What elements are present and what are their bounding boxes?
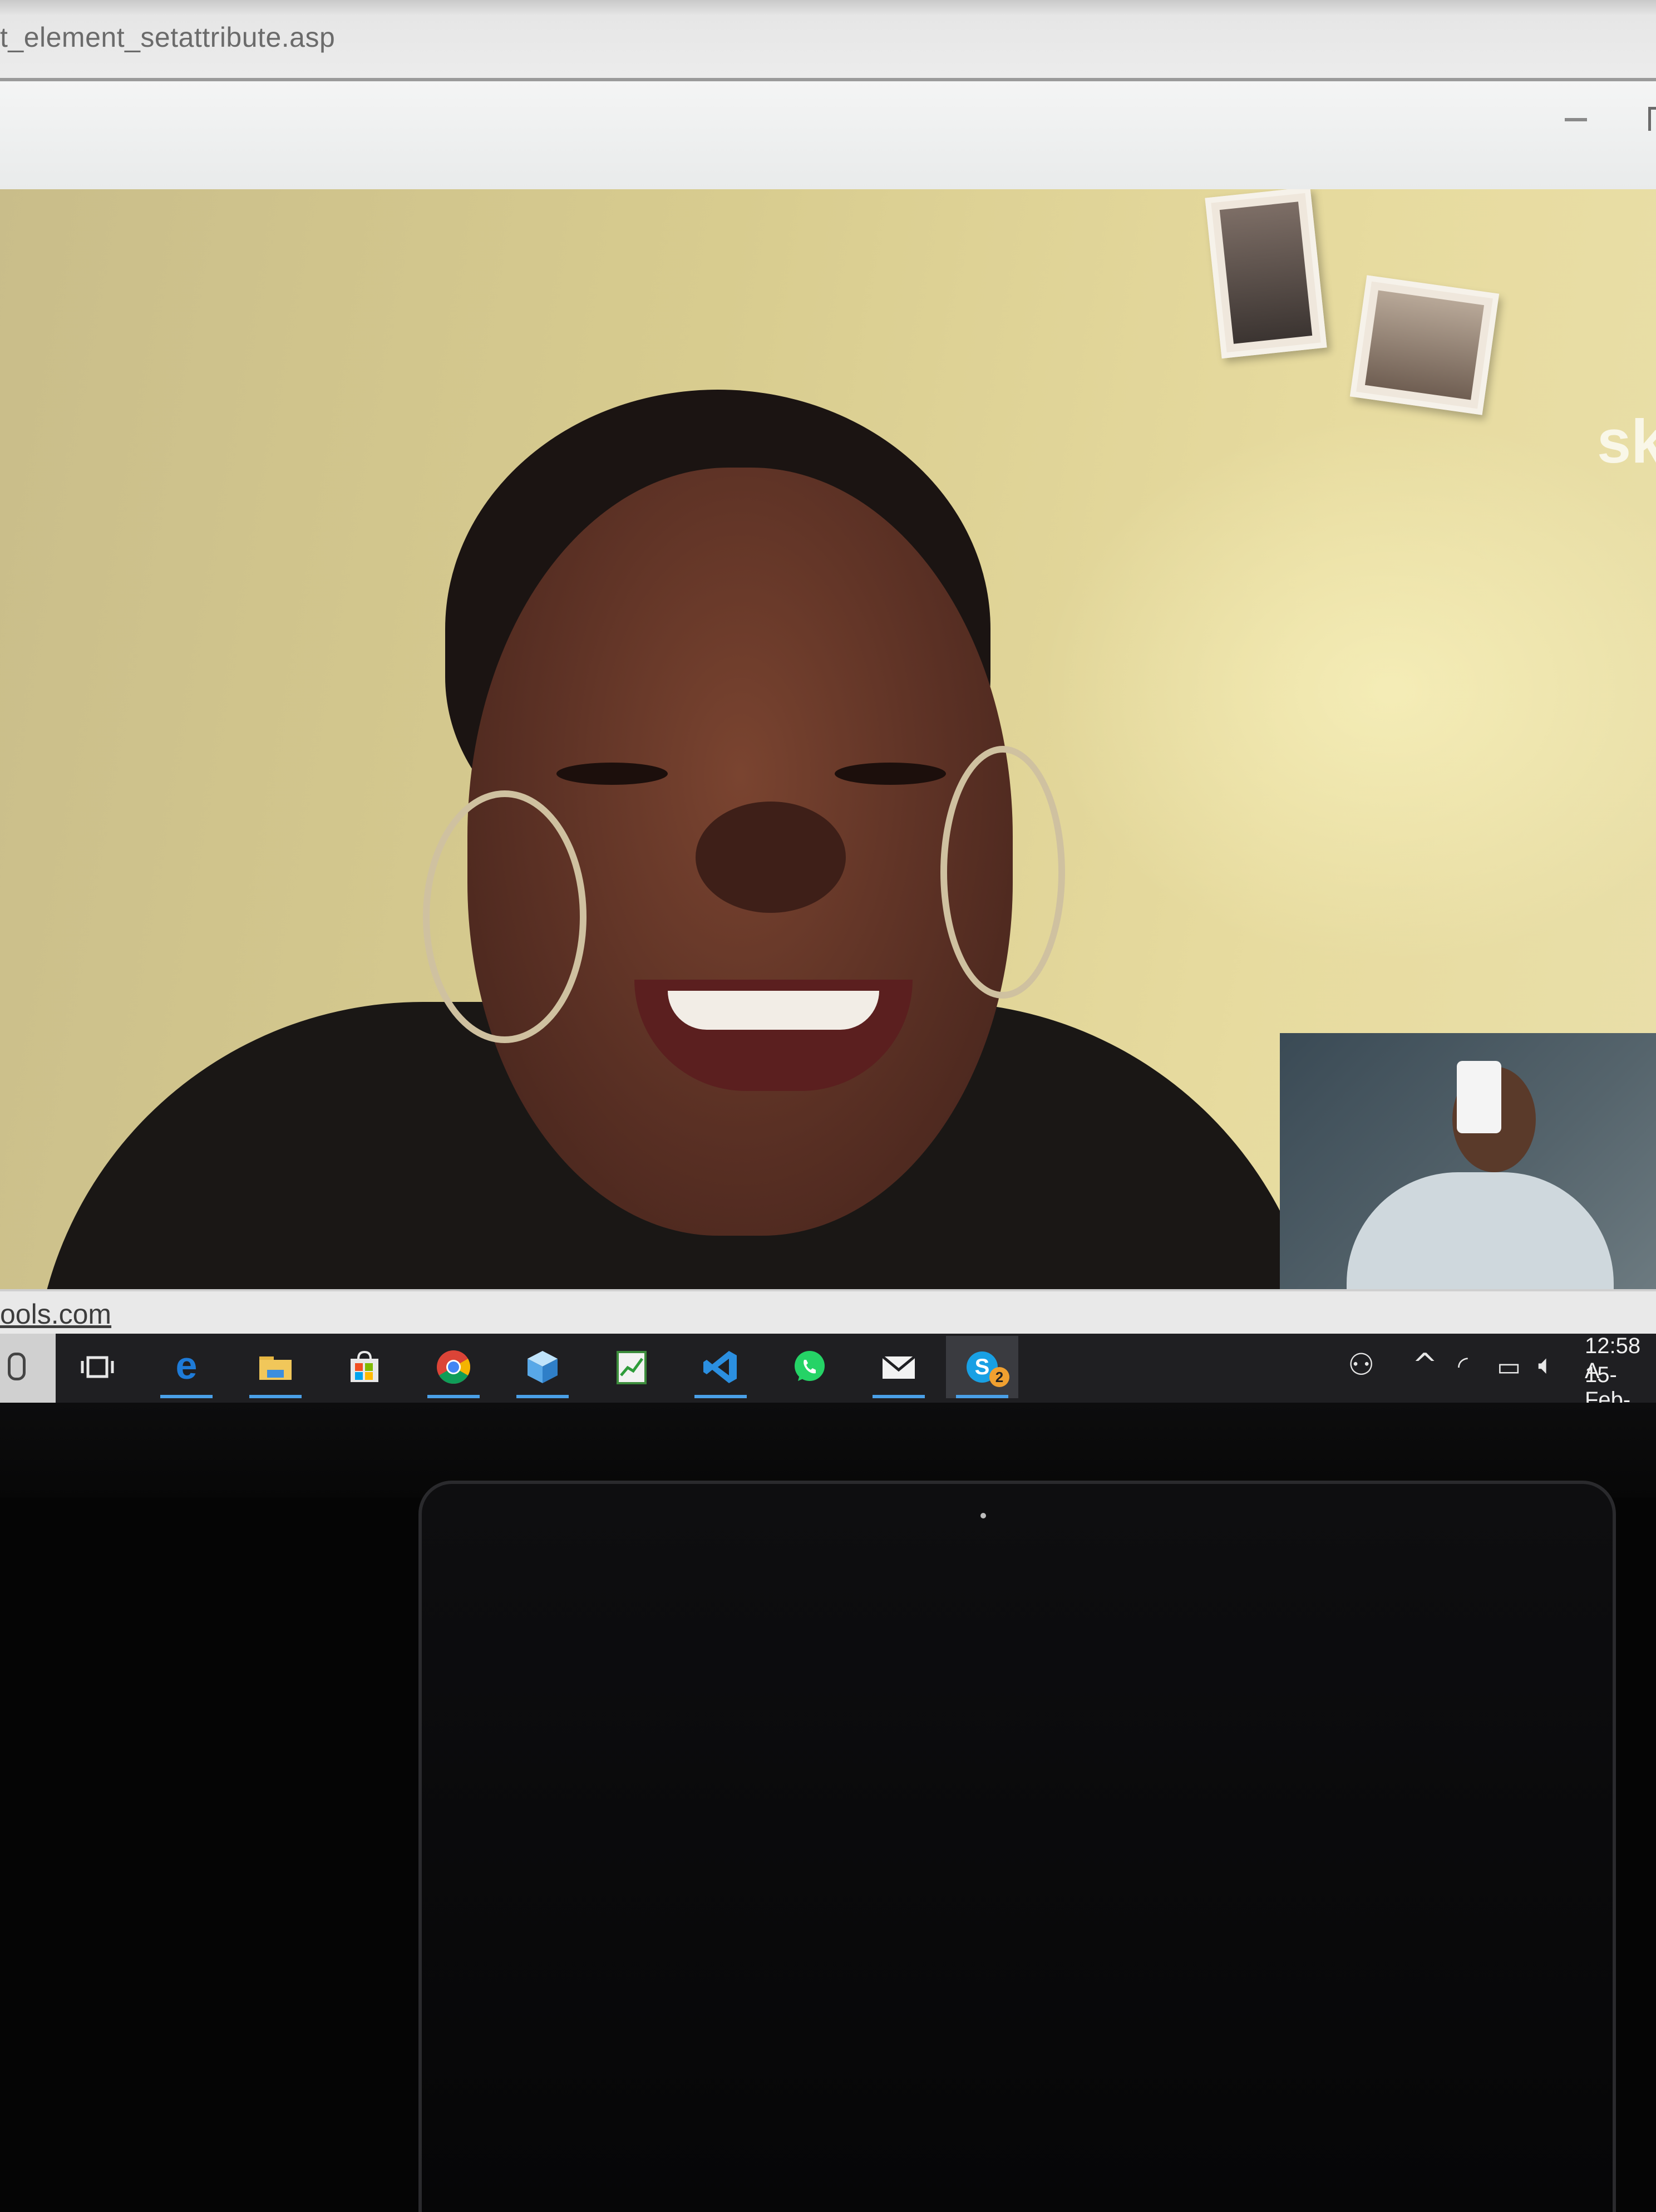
remote-person-eye	[835, 763, 946, 785]
taskbar-chrome[interactable]	[417, 1336, 490, 1398]
taskbar-store[interactable]	[328, 1336, 401, 1398]
self-view-video[interactable]	[1280, 1033, 1656, 1289]
status-link-url[interactable]: ools.com	[0, 1298, 111, 1330]
svg-text:S: S	[975, 1355, 990, 1379]
battery-icon[interactable]: ▭	[1497, 1351, 1521, 1382]
self-person-shirt	[1347, 1172, 1614, 1289]
maximize-icon[interactable]	[1648, 107, 1656, 131]
taskbar-whatsapp[interactable]	[773, 1336, 846, 1398]
wall-photo	[1349, 275, 1500, 415]
task-view-icon	[81, 1356, 114, 1378]
skype-watermark-logo: sk	[1597, 407, 1656, 476]
taskbar-skype[interactable]: S 2	[946, 1336, 1018, 1398]
cortana-mic-button[interactable]	[0, 1334, 56, 1403]
whatsapp-icon	[795, 1351, 825, 1381]
vscode-icon	[703, 1351, 737, 1383]
laptop-lid	[418, 1481, 1616, 2212]
remote-person-nose	[696, 802, 846, 913]
svg-text:e: e	[176, 1348, 198, 1387]
mail-icon	[881, 1355, 916, 1379]
wall-photo	[1205, 189, 1327, 359]
cube-icon	[528, 1351, 558, 1383]
people-icon[interactable]: ⚇	[1348, 1347, 1374, 1382]
remote-person-eye	[556, 763, 668, 785]
address-url[interactable]: t_element_setattribute.asp	[0, 21, 335, 53]
left-hoop-earring	[423, 790, 586, 1043]
minimize-icon[interactable]	[1565, 118, 1587, 121]
taskbar-task-view[interactable]	[61, 1336, 134, 1398]
volume-icon[interactable]: 🔈︎	[1538, 1349, 1554, 1381]
laptop-camera	[980, 1513, 986, 1518]
taskbar-vscode[interactable]	[684, 1336, 757, 1398]
monitor-screen: t_element_setattribute.asp sk ools.com e…	[0, 0, 1656, 1403]
remote-person-teeth	[668, 991, 879, 1030]
browser-status-bar: ools.com	[0, 1289, 1656, 1336]
store-icon	[351, 1350, 378, 1382]
self-phone	[1457, 1061, 1501, 1133]
edge-icon: e	[176, 1348, 198, 1387]
chrome-icon	[437, 1350, 471, 1384]
taskbar-file-explorer[interactable]	[239, 1336, 312, 1398]
skype-notification-badge: 2	[989, 1367, 1009, 1387]
taskbar-clock-date[interactable]: 15-Feb-	[1585, 1363, 1656, 1403]
microphone-icon	[8, 1353, 26, 1380]
chart-icon	[617, 1351, 647, 1384]
taskbar-edge[interactable]: e	[150, 1336, 223, 1398]
wifi-icon[interactable]: ◜	[1458, 1350, 1468, 1380]
folder-icon	[259, 1356, 292, 1380]
browser-address-bar[interactable]: t_element_setattribute.asp	[0, 0, 1656, 81]
taskbar-chart-app[interactable]	[595, 1336, 668, 1398]
chevron-up-icon[interactable]: ^	[1412, 1347, 1437, 1382]
skype-titlebar	[0, 81, 1656, 189]
taskbar-3d-viewer[interactable]	[506, 1336, 579, 1398]
taskbar-mail[interactable]	[862, 1336, 935, 1398]
right-hoop-earring	[940, 746, 1065, 999]
